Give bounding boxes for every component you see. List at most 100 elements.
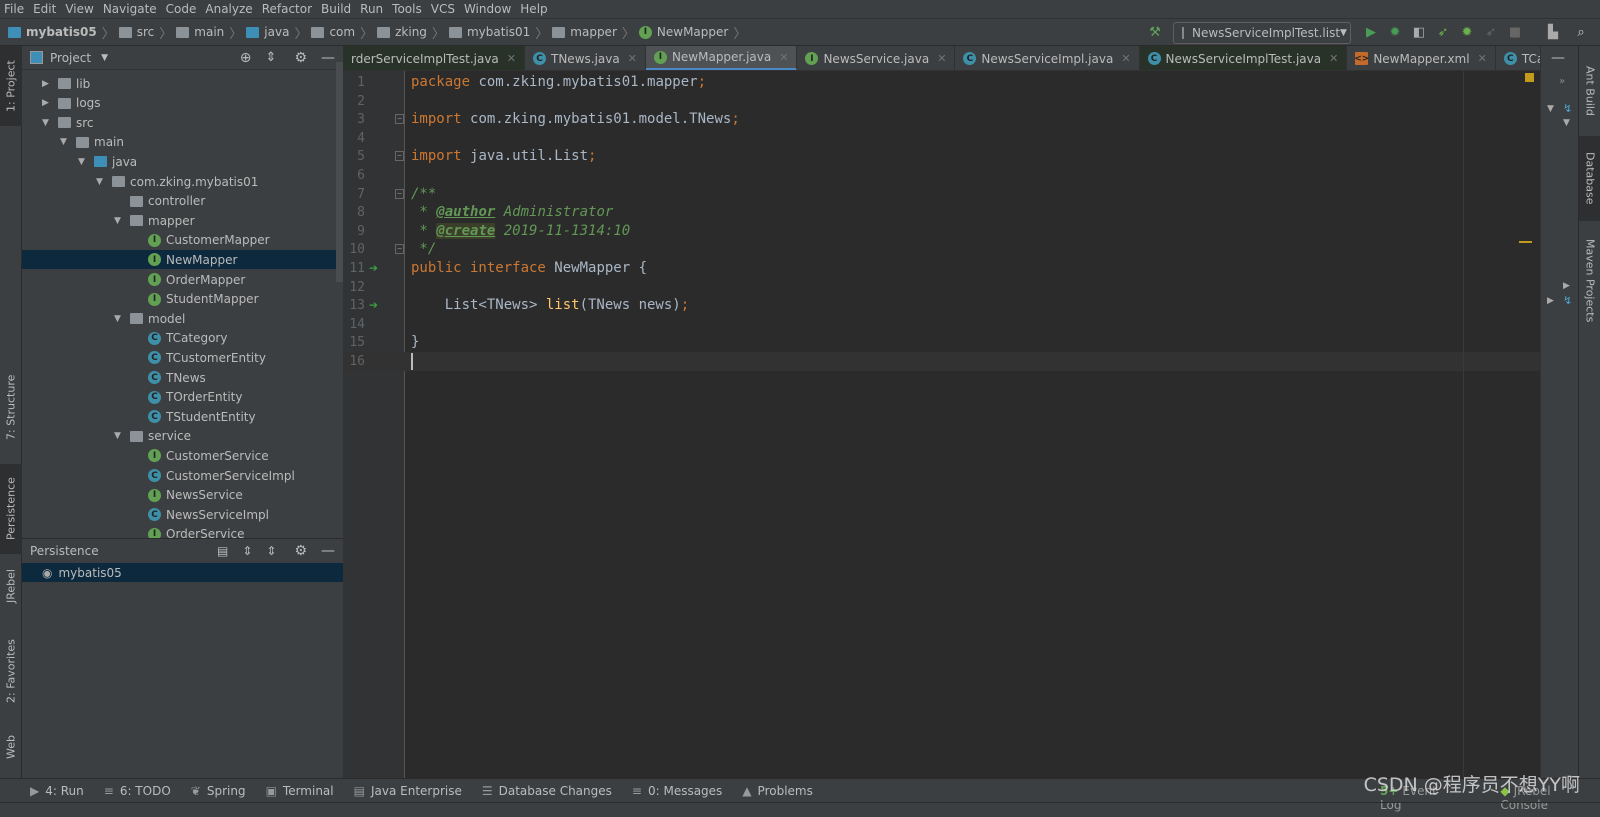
tree-item[interactable]: C TCategory (22, 329, 337, 348)
tree-scrollbar[interactable] (336, 62, 343, 282)
bottom-tool--messages[interactable]: ≡ 0: Messages (632, 784, 722, 798)
code-line[interactable]: 14 (343, 315, 1548, 334)
close-icon[interactable]: ✕ (937, 52, 946, 65)
bottom-tool-problems[interactable]: ▲ Problems (742, 784, 813, 798)
menu-view[interactable]: View (65, 2, 93, 16)
tree-item[interactable]: C TOrderEntity (22, 388, 337, 407)
tool-tab-database[interactable]: Database (1579, 136, 1600, 221)
gear-icon[interactable]: ⚙ (294, 543, 307, 559)
tree-item[interactable]: ▼ main (22, 133, 337, 152)
editor-tab[interactable]: <> NewMapper.xml ✕ (1347, 46, 1496, 70)
menu-analyze[interactable]: Analyze (205, 2, 252, 16)
editor-tab[interactable]: C TNews.java ✕ (525, 46, 646, 70)
tree-item[interactable]: I StudentMapper (22, 290, 337, 309)
chevron-down-icon[interactable]: ▼ (96, 177, 106, 187)
tree-item[interactable]: I CustomerService (22, 446, 337, 465)
chevron-down-icon[interactable]: ▼ (101, 53, 108, 63)
debug-icon[interactable]: ✹ (1388, 26, 1402, 40)
editor[interactable]: CrderServiceImplTest.java✕CTNews.java✕IN… (343, 46, 1578, 778)
bottom-tool-spring[interactable]: ❦ Spring (191, 784, 246, 798)
triangle-down-icon[interactable]: ▼ (1547, 104, 1554, 114)
run-config-select[interactable]: NewsServiceImplTest.list ▼ (1173, 22, 1351, 44)
tool-tab-persistence[interactable]: Persistence (0, 464, 22, 554)
code-line[interactable]: 3 − import com.zking.mybatis01.model.TNews… (343, 110, 1548, 129)
collapse-all-icon[interactable]: ⇕ (266, 544, 276, 558)
code-line[interactable]: 2 (343, 92, 1548, 111)
jrebel-run-icon[interactable]: ➶ (1436, 26, 1450, 40)
breadcrumb-item[interactable]: mapper 〉 (552, 23, 635, 42)
code-line[interactable]: 15} (343, 333, 1548, 352)
fold-icon[interactable]: − (395, 151, 404, 162)
editor-tab[interactable]: CrderServiceImplTest.java✕ (343, 46, 525, 70)
coverage-icon[interactable]: ◧ (1412, 26, 1426, 40)
chevron-down-icon[interactable]: ▼ (78, 157, 88, 167)
chevron-down-icon[interactable]: ▼ (114, 431, 124, 441)
editor-tab[interactable]: C NewsServiceImplTest.java ✕ (1139, 46, 1348, 70)
breadcrumb-item[interactable]: mybatis05 〉 (8, 23, 115, 42)
close-icon[interactable]: ✕ (779, 51, 788, 64)
tree-item[interactable]: ▼ service (22, 427, 337, 446)
chevron-right-icon[interactable]: ▶ (42, 79, 52, 89)
tree-item[interactable]: ▼ mapper (22, 211, 337, 230)
tree-item[interactable]: C TNews (22, 368, 337, 387)
close-icon[interactable]: ✕ (628, 52, 637, 65)
tool-tab-maven-projects[interactable]: Maven Projects (1579, 226, 1600, 336)
tool-tab-ant-build[interactable]: Ant Build (1579, 46, 1600, 136)
close-icon[interactable]: ✕ (507, 52, 516, 65)
fold-icon[interactable]: − (395, 244, 404, 255)
tree-item[interactable]: controller (22, 192, 337, 211)
menu-edit[interactable]: Edit (33, 2, 56, 16)
tree-item[interactable]: ▼ src (22, 113, 337, 132)
menu-code[interactable]: Code (166, 2, 197, 16)
tree-item[interactable]: I CustomerMapper (22, 231, 337, 250)
tool-tab-web[interactable]: Web (0, 722, 22, 772)
chevron-down-icon[interactable]: ▼ (114, 314, 124, 324)
expand-icon[interactable]: » (1559, 76, 1565, 87)
bottom-tool--todo[interactable]: ≡ 6: TODO (104, 784, 171, 798)
hide-icon[interactable]: — (1551, 50, 1565, 66)
triangle-right-icon[interactable]: ▶ (1547, 296, 1554, 306)
expand-all-icon[interactable]: ⇕ (242, 544, 252, 558)
breadcrumb-item[interactable]: com 〉 (311, 23, 373, 42)
bottom-tool-terminal[interactable]: ▣ Terminal (266, 784, 334, 798)
locate-icon[interactable]: ⊕ (240, 50, 252, 66)
menu-refactor[interactable]: Refactor (262, 2, 312, 16)
tree-item[interactable]: C TStudentEntity (22, 407, 337, 426)
breadcrumb-item[interactable]: src 〉 (118, 23, 172, 42)
code-line[interactable]: 8 * @author Administrator (343, 203, 1548, 222)
code-area[interactable]: 1 package com.zking.mybatis01.mapper; 2 3− i… (343, 71, 1548, 778)
collapse-all-icon[interactable]: ⇕ (266, 50, 277, 65)
sql-console-icon[interactable]: ▤ (217, 544, 228, 558)
fold-icon[interactable]: − (395, 114, 404, 125)
code-line[interactable]: 9 * @create 2019-11-1314:10 (343, 222, 1548, 241)
bottom-tool--run[interactable]: ▶ 4: Run (30, 784, 84, 798)
persistence-item[interactable]: ◉ mybatis05 (22, 563, 343, 582)
bottom-tool-database-changes[interactable]: ☰ Database Changes (482, 784, 612, 798)
close-icon[interactable]: ✕ (1329, 52, 1338, 65)
analysis-status-icon[interactable] (1525, 73, 1534, 82)
tree-item[interactable]: I NewMapper (22, 250, 337, 270)
close-icon[interactable]: ✕ (1121, 52, 1130, 65)
tree-item[interactable]: I OrderMapper (22, 270, 337, 289)
code-line[interactable]: 4 (343, 129, 1548, 148)
chevron-down-icon[interactable]: ▼ (42, 118, 52, 128)
tree-item[interactable]: ▼ com.zking.mybatis01 (22, 172, 337, 191)
tree-item[interactable]: ▼ java (22, 152, 337, 171)
code-line[interactable]: 11 ➔ public interface NewMapper { (343, 259, 1548, 278)
jrebel-debug-icon[interactable]: ✹ (1460, 26, 1474, 40)
project-structure-icon[interactable]: ▙ (1546, 26, 1560, 40)
editor-tab[interactable]: I NewMapper.java ✕ (645, 46, 798, 70)
menu-file[interactable]: File (4, 2, 24, 16)
breadcrumb-item[interactable]: main 〉 (176, 23, 242, 42)
menu-tools[interactable]: Tools (392, 2, 422, 16)
project-view-select[interactable]: Project (50, 51, 91, 65)
warning-marker[interactable] (1519, 241, 1532, 243)
breadcrumb-item[interactable]: I NewMapper 〉 (638, 23, 746, 42)
close-icon[interactable]: ✕ (1478, 52, 1487, 65)
triangle-down-icon[interactable]: ▼ (1563, 118, 1570, 128)
menu-window[interactable]: Window (464, 2, 511, 16)
tree-item[interactable]: ▼ model (22, 309, 337, 328)
triangle-right-icon[interactable]: ▶ (1563, 281, 1570, 291)
hide-icon[interactable]: — (321, 50, 335, 66)
tool-tab-favorites[interactable]: 2: Favorites (0, 626, 22, 716)
